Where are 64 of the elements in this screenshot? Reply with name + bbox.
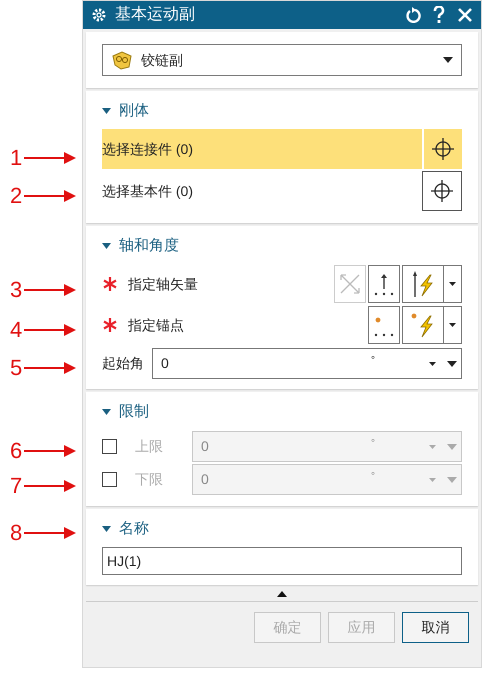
callout-arrow xyxy=(24,324,76,336)
caret-icon xyxy=(447,444,457,450)
crosshair-icon xyxy=(430,179,454,203)
hinge-joint-icon xyxy=(111,50,133,70)
caret-icon xyxy=(102,526,111,532)
close-icon[interactable] xyxy=(457,7,473,23)
section-header[interactable]: 刚体 xyxy=(102,99,462,123)
caret-icon xyxy=(428,362,436,366)
angle-field[interactable]: 0 ° xyxy=(152,348,462,379)
reset-icon[interactable] xyxy=(405,7,421,23)
callout-arrow xyxy=(24,152,76,164)
caret-icon xyxy=(443,57,453,63)
checkbox[interactable] xyxy=(102,439,117,454)
caret-icon xyxy=(428,444,436,448)
caret-icon xyxy=(102,409,111,415)
callout-arrow xyxy=(24,480,76,492)
callout-number: 5 xyxy=(10,357,22,379)
caret-icon xyxy=(102,108,111,114)
caret-icon xyxy=(449,282,456,286)
selection-row[interactable]: 选择基本件 (0) xyxy=(102,171,462,211)
callout-number: 7 xyxy=(10,475,22,497)
section-header[interactable]: 名称 xyxy=(102,517,462,541)
callout-number: 4 xyxy=(10,319,22,341)
callout-number: 2 xyxy=(10,185,22,207)
callout-arrow xyxy=(24,527,76,539)
settings-icon xyxy=(91,7,107,23)
callout-number: 8 xyxy=(10,522,22,544)
callout-number: 3 xyxy=(10,279,22,301)
reverse-direction-icon xyxy=(338,272,362,296)
field-label: 下限 xyxy=(135,470,164,489)
joint-type-dropdown[interactable]: 铰链副 xyxy=(102,44,462,76)
caret-icon xyxy=(447,360,457,366)
section-header[interactable]: 限制 xyxy=(102,400,462,424)
callout-arrow xyxy=(24,284,76,296)
caret-icon xyxy=(447,476,457,482)
field-label: 指定轴矢量 xyxy=(128,274,199,294)
inferred-vector-button[interactable] xyxy=(402,265,444,303)
callout-number: 6 xyxy=(10,440,22,462)
point-dialog-button[interactable] xyxy=(368,306,400,344)
collapse-icon[interactable] xyxy=(277,591,287,597)
select-object-button[interactable] xyxy=(422,171,462,211)
checkbox[interactable] xyxy=(102,472,117,487)
field-label: 上限 xyxy=(135,437,164,456)
window-title: 基本运动副 xyxy=(115,4,196,25)
caret-icon xyxy=(102,243,111,249)
required-asterisk-icon xyxy=(102,317,118,333)
section-header[interactable]: 轴和角度 xyxy=(102,234,462,258)
field-label: 指定锚点 xyxy=(128,316,185,334)
name-field[interactable]: HJ(1) xyxy=(102,547,462,575)
selection-row[interactable]: 选择连接件 (0) xyxy=(102,129,462,169)
dropdown-button[interactable] xyxy=(444,306,462,344)
dialog-button[interactable]: 取消 xyxy=(402,612,469,643)
dropdown-button[interactable] xyxy=(444,265,462,303)
inferred-point-button[interactable] xyxy=(402,306,444,344)
help-icon[interactable] xyxy=(433,6,445,24)
callout-arrow xyxy=(24,190,76,202)
callout-arrow xyxy=(24,445,76,457)
caret-icon xyxy=(449,323,456,327)
callout-arrow xyxy=(24,362,76,374)
callout-number: 1 xyxy=(10,147,22,169)
crosshair-icon xyxy=(431,137,455,161)
required-asterisk-icon xyxy=(102,276,118,292)
caret-icon xyxy=(428,478,436,482)
field-label: 起始角 xyxy=(102,354,144,373)
